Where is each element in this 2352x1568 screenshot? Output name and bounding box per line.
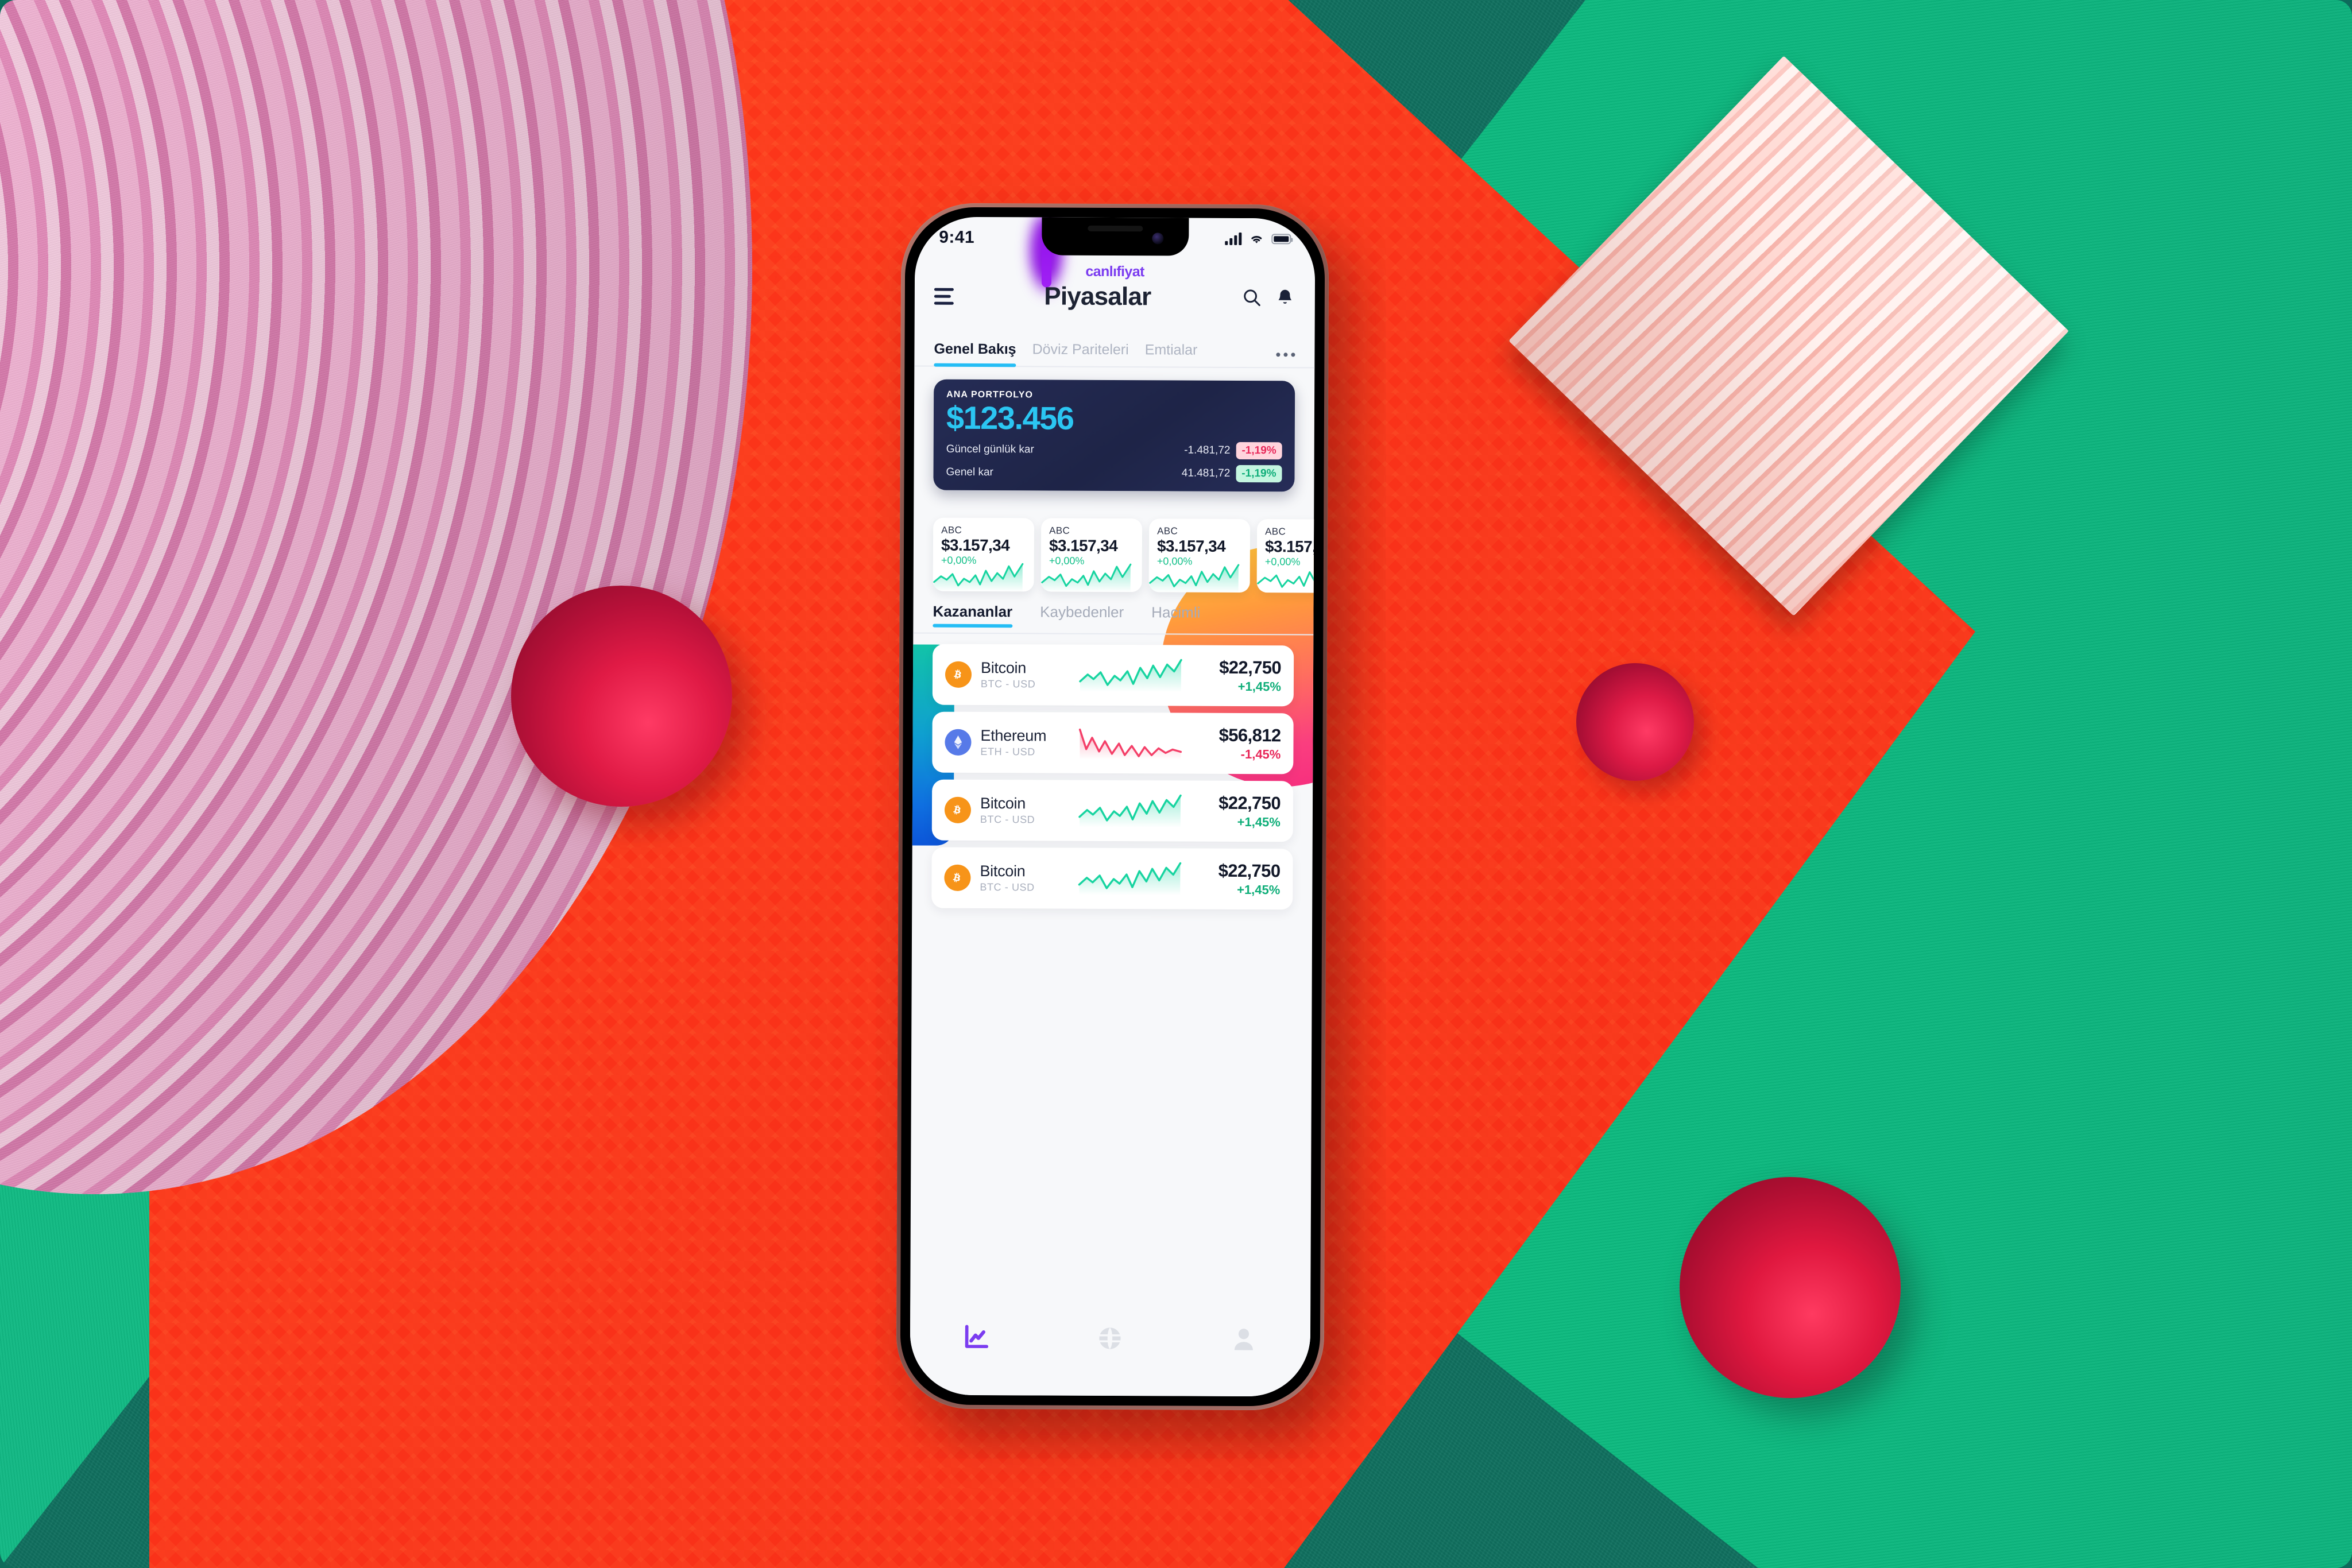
ticker-strip[interactable]: ABC $3.157,34 +0,00% ABC $3.157,34 +0,00… xyxy=(933,517,1316,593)
ticker-price: $3.157,34 xyxy=(1264,537,1316,556)
hamburger-menu-icon[interactable] xyxy=(934,288,954,305)
ticker-symbol: ABC xyxy=(1049,525,1070,536)
red-sphere-bottom-right xyxy=(1680,1177,1901,1398)
bitcoin-icon xyxy=(944,864,971,891)
list-item[interactable]: Bitcoin BTC - USD $22,750 +1,45% xyxy=(931,847,1293,910)
asset-price: $22,750 xyxy=(1218,792,1281,814)
tab-kaybedenler[interactable]: Kaybedenler xyxy=(1040,603,1124,628)
asset-pair: BTC - USD xyxy=(980,677,1036,690)
section-tab-bar: Kazananlar Kaybedenler Hacimli xyxy=(933,603,1313,629)
asset-change: +1,45% xyxy=(1237,679,1281,694)
asset-sparkline xyxy=(1078,794,1182,828)
ticker-symbol: ABC xyxy=(1157,525,1178,537)
asset-pair: BTC - USD xyxy=(980,813,1035,826)
asset-price: $22,750 xyxy=(1219,657,1282,678)
daily-profit-value: -1.481,72 xyxy=(1184,444,1231,456)
asset-change: -1,45% xyxy=(1240,746,1281,762)
daily-profit-label: Güncel günlük kar xyxy=(946,443,1034,456)
asset-price: $22,750 xyxy=(1218,860,1281,881)
ticker-price: $3.157,34 xyxy=(1156,537,1226,555)
asset-sparkline xyxy=(1078,729,1182,760)
tab-kazananlar[interactable]: Kazananlar xyxy=(933,603,1012,628)
tab-overflow-icon[interactable] xyxy=(1276,353,1295,367)
bell-icon[interactable] xyxy=(1275,287,1295,308)
chart-icon[interactable] xyxy=(962,1323,992,1353)
artboard: 9:41 canlıfiyat Piyasalar Genel Bakış Dö… xyxy=(0,0,2352,1568)
total-profit-label: Genel kar xyxy=(946,466,993,478)
list-item[interactable]: Ethereum ETH - USD $56,812 -1,45% xyxy=(932,711,1294,775)
tab-genel-bakis[interactable]: Genel Bakış xyxy=(934,341,1016,366)
cellular-signal-icon xyxy=(1225,232,1242,245)
asset-change: +1,45% xyxy=(1237,814,1281,830)
phone-screen: 9:41 canlıfiyat Piyasalar Genel Bakış Dö… xyxy=(910,216,1316,1397)
asset-pair: ETH - USD xyxy=(980,745,1035,758)
search-icon[interactable] xyxy=(1241,287,1262,308)
ticker-card[interactable]: ABC $3.157,34 +0,00% xyxy=(1040,518,1143,593)
ticker-sparkline xyxy=(1257,564,1316,588)
ticker-price: $3.157,34 xyxy=(941,536,1010,555)
asset-name: Bitcoin xyxy=(980,862,1026,880)
asset-change: +1,45% xyxy=(1237,882,1281,897)
list-fade xyxy=(910,1286,1311,1311)
asset-list: Bitcoin BTC - USD $22,750 +1,45% Ethereu… xyxy=(931,644,1294,910)
person-icon[interactable] xyxy=(1229,1324,1259,1354)
bottom-nav-bar xyxy=(910,1308,1311,1397)
notch xyxy=(1041,217,1189,256)
ticker-symbol: ABC xyxy=(941,524,962,536)
battery-icon xyxy=(1271,234,1291,245)
ticker-card[interactable]: ABC $3.157,34 +0,00% xyxy=(1148,518,1251,593)
page-title: Piyasalar xyxy=(1044,282,1151,311)
portfolio-row-daily: Güncel günlük kar -1.481,72 -1,19% xyxy=(946,441,1282,460)
list-item[interactable]: Bitcoin BTC - USD $22,750 +1,45% xyxy=(932,644,1294,707)
tab-doviz-pariteleri[interactable]: Döviz Pariteleri xyxy=(1032,341,1129,366)
tab-emtialar[interactable]: Emtialar xyxy=(1145,342,1198,366)
asset-sparkline xyxy=(1079,659,1182,692)
bitcoin-icon xyxy=(945,661,972,688)
ticker-sparkline xyxy=(1041,563,1132,593)
portfolio-card[interactable]: ANA PORTFOLYO $123.456 Güncel günlük kar… xyxy=(933,379,1295,492)
asset-name: Bitcoin xyxy=(980,794,1026,812)
red-sphere-left xyxy=(511,586,732,807)
daily-profit-badge: -1,19% xyxy=(1236,442,1282,460)
ethereum-icon xyxy=(945,729,972,756)
portfolio-amount: $123.456 xyxy=(946,399,1074,436)
asset-sparkline xyxy=(1078,862,1182,896)
bitcoin-icon xyxy=(944,796,972,823)
asset-name: Ethereum xyxy=(980,726,1047,745)
front-camera-icon xyxy=(1151,233,1163,245)
total-profit-badge: -1,19% xyxy=(1236,464,1282,483)
portfolio-row-total: Genel kar 41.481,72 -1,19% xyxy=(946,464,1282,483)
asset-price: $56,812 xyxy=(1218,725,1281,746)
ticker-sparkline xyxy=(1149,564,1240,593)
wifi-icon xyxy=(1251,235,1262,243)
ticker-price: $3.157,34 xyxy=(1049,536,1118,555)
status-time: 9:41 xyxy=(939,227,975,247)
phone-bezel: 9:41 canlıfiyat Piyasalar Genel Bakış Dö… xyxy=(900,207,1325,1407)
earpiece-speaker xyxy=(1087,225,1143,232)
list-item[interactable]: Bitcoin BTC - USD $22,750 +1,45% xyxy=(931,779,1294,842)
globe-icon[interactable] xyxy=(1095,1323,1125,1353)
ticker-sparkline xyxy=(933,563,1024,592)
ticker-card[interactable]: ABC $3.157,34 +0,00% xyxy=(933,517,1035,592)
phone-mockup: 9:41 canlıfiyat Piyasalar Genel Bakış Dö… xyxy=(896,203,1329,1411)
tab-hacimli[interactable]: Hacimli xyxy=(1151,603,1200,628)
asset-name: Bitcoin xyxy=(980,659,1027,677)
ticker-card[interactable]: ABC $3.157,34 +0,00% xyxy=(1256,519,1316,593)
brand-logo: canlıfiyat xyxy=(1085,263,1144,280)
app-header: canlıfiyat Piyasalar xyxy=(915,258,1315,312)
status-indicators xyxy=(1225,231,1291,247)
total-profit-value: 41.481,72 xyxy=(1181,467,1231,479)
top-tab-bar: Genel Bakış Döviz Pariteleri Emtialar xyxy=(914,340,1315,369)
red-sphere-small xyxy=(1576,663,1694,781)
ticker-symbol: ABC xyxy=(1265,526,1286,537)
asset-pair: BTC - USD xyxy=(980,881,1035,893)
